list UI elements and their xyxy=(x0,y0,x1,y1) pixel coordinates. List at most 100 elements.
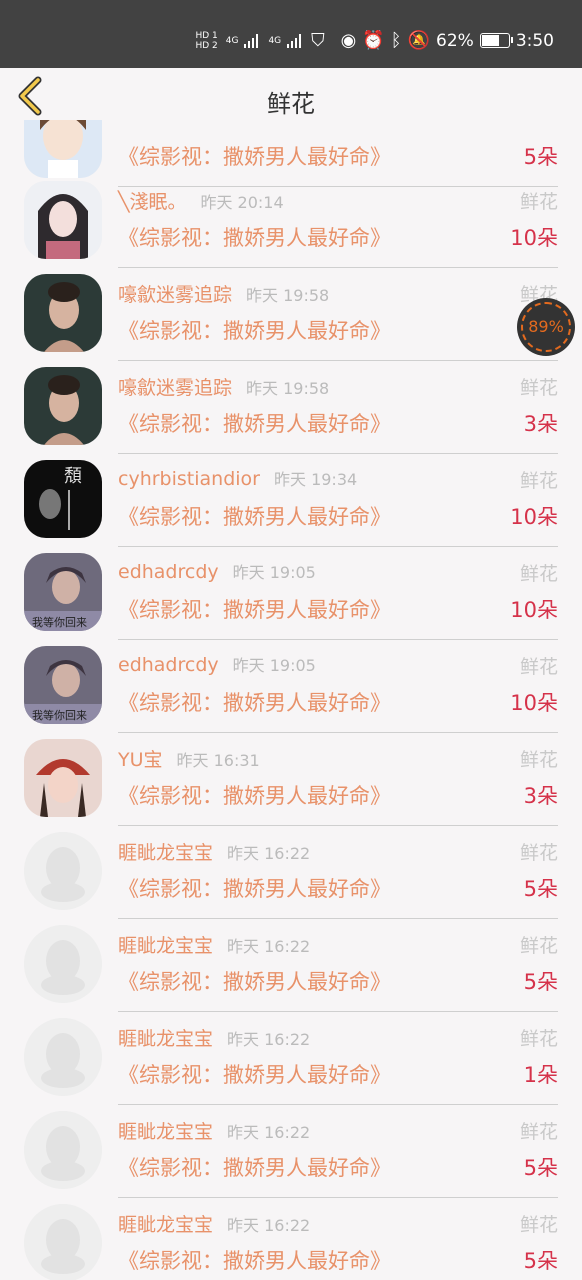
work-title[interactable]: 《综影视：撒娇男人最好命》 xyxy=(118,319,391,343)
gift-time: 昨天 16:22 xyxy=(227,844,311,863)
list-item[interactable]: 睚眦龙宝宝 昨天 16:22 鲜花 《综影视：撒娇男人最好命》 5朵 xyxy=(0,826,582,919)
gift-type: 鲜花 xyxy=(519,191,558,213)
page-title: 鲜花 xyxy=(267,90,315,118)
user-name[interactable]: 睚眦龙宝宝 xyxy=(118,1214,213,1236)
work-title[interactable]: 《综影视：撒娇男人最好命》 xyxy=(118,226,391,250)
network-indicator: HD 1 HD 2 xyxy=(195,30,218,51)
work-title[interactable]: 《综影视：撒娇男人最好命》 xyxy=(118,145,391,169)
user-name[interactable]: 睚眦龙宝宝 xyxy=(118,1028,213,1050)
gift-type: 鲜花 xyxy=(519,842,558,864)
alarm-icon: ⏰ xyxy=(362,30,385,51)
gift-type: 鲜花 xyxy=(519,377,558,399)
user-name[interactable]: 嚎歙迷雾追踪 xyxy=(118,377,232,399)
gift-time: 昨天 16:22 xyxy=(227,1216,311,1235)
flower-count: 10朵 xyxy=(510,226,558,250)
gift-time: 昨天 19:05 xyxy=(232,563,316,582)
avatar[interactable] xyxy=(24,1204,102,1280)
user-name[interactable]: 睚眦龙宝宝 xyxy=(118,1121,213,1143)
user-name[interactable]: 睚眦龙宝宝 xyxy=(118,935,213,957)
work-title[interactable]: 《综影视：撒娇男人最好命》 xyxy=(118,691,391,715)
signal-label-1: 4G xyxy=(225,35,239,46)
gift-type: 鲜花 xyxy=(519,1028,558,1050)
list-item[interactable]: 睚眦龙宝宝 昨天 16:22 鲜花 《综影视：撒娇男人最好命》 5朵 xyxy=(0,919,582,1012)
gift-type: 鲜花 xyxy=(519,935,558,957)
avatar[interactable] xyxy=(24,181,102,259)
avatar[interactable] xyxy=(24,739,102,817)
flower-count: 3朵 xyxy=(523,784,558,808)
gift-time: 昨天 20:14 xyxy=(200,193,284,212)
svg-text:我等你回来: 我等你回来 xyxy=(32,615,87,629)
avatar[interactable]: 頽 xyxy=(24,460,102,538)
list-item[interactable]: 睚眦龙宝宝 昨天 16:22 鲜花 《综影视：撒娇男人最好命》 1朵 xyxy=(0,1012,582,1105)
gift-time: 昨天 16:22 xyxy=(227,1030,311,1049)
user-name[interactable]: ╲淺眠。 xyxy=(118,191,186,213)
avatar[interactable] xyxy=(24,120,102,178)
list-item[interactable]: 睚眦龙宝宝 昨天 16:22 鲜花 《综影视：撒娇男人最好命》 5朵 xyxy=(0,1198,582,1280)
gift-type: 鲜花 xyxy=(519,470,558,492)
flower-count: 5朵 xyxy=(523,1156,558,1180)
vpn-shield-icon: ⛉ xyxy=(311,30,325,51)
avatar[interactable] xyxy=(24,925,102,1003)
work-title[interactable]: 《综影视：撒娇男人最好命》 xyxy=(118,1063,391,1087)
work-title[interactable]: 《综影视：撒娇男人最好命》 xyxy=(118,1249,391,1273)
battery-icon xyxy=(479,33,513,48)
user-name[interactable]: 嚎歙迷雾追踪 xyxy=(118,284,232,306)
user-name[interactable]: cyhrbistiandior xyxy=(118,468,260,490)
list-item[interactable]: 睚眦龙宝宝 昨天 16:22 鲜花 《综影视：撒娇男人最好命》 5朵 xyxy=(0,1105,582,1198)
work-title[interactable]: 《综影视：撒娇男人最好命》 xyxy=(118,877,391,901)
avatar[interactable] xyxy=(24,367,102,445)
gift-time: 昨天 19:34 xyxy=(273,470,358,489)
flower-count: 5朵 xyxy=(523,877,558,901)
avatar[interactable]: 我等你回来 xyxy=(24,553,102,631)
gift-time: 昨天 19:05 xyxy=(232,656,316,675)
flower-count: 3朵 xyxy=(523,412,558,436)
work-title[interactable]: 《综影视：撒娇男人最好命》 xyxy=(118,784,391,808)
work-title[interactable]: 《综影视：撒娇男人最好命》 xyxy=(118,598,391,622)
user-name[interactable]: edhadrcdy xyxy=(118,654,219,676)
flower-count: 10朵 xyxy=(510,691,558,715)
battery-percent: 62% xyxy=(436,30,474,51)
flower-count: 10朵 xyxy=(510,598,558,622)
gift-type: 鲜花 xyxy=(519,563,558,585)
list-item[interactable]: ╲淺眠。 昨天 20:14 鲜花 《综影视：撒娇男人最好命》 10朵 xyxy=(0,175,582,268)
avatar[interactable] xyxy=(24,832,102,910)
user-name[interactable]: 睚眦龙宝宝 xyxy=(118,842,213,864)
avatar[interactable] xyxy=(24,274,102,352)
top-bar: 鲜花 xyxy=(0,68,582,120)
gift-time: 昨天 16:31 xyxy=(176,751,260,770)
gift-type: 鲜花 xyxy=(519,1121,558,1143)
gift-type: 鲜花 xyxy=(519,656,558,678)
user-name[interactable]: edhadrcdy xyxy=(118,561,219,583)
flower-count: 5朵 xyxy=(523,970,558,994)
flower-count: 10朵 xyxy=(510,505,558,529)
floating-performance-badge[interactable]: 89% xyxy=(517,298,575,356)
gift-type: 鲜花 xyxy=(519,1214,558,1236)
badge-value: 89% xyxy=(528,317,564,336)
work-title[interactable]: 《综影视：撒娇男人最好命》 xyxy=(118,505,391,529)
list-item[interactable]: 我等你回来 edhadrcdy 昨天 19:05 鲜花 《综影视：撒娇男人最好命》… xyxy=(0,640,582,733)
list-item[interactable]: YU宝 昨天 16:31 鲜花 《综影视：撒娇男人最好命》 3朵 xyxy=(0,733,582,826)
user-name[interactable]: YU宝 xyxy=(118,749,163,771)
list-item[interactable]: 頽 cyhrbistiandior 昨天 19:34 鲜花 《综影视：撒娇男人最好… xyxy=(0,454,582,547)
signal-icon-1 xyxy=(244,33,262,48)
list-item[interactable]: 嚎歙迷雾追踪 昨天 19:58 鲜花 《综影视：撒娇男人最好命》 3朵 xyxy=(0,361,582,454)
gift-time: 昨天 19:58 xyxy=(246,286,330,305)
gift-time: 昨天 16:22 xyxy=(227,937,311,956)
work-title[interactable]: 《综影视：撒娇男人最好命》 xyxy=(118,1156,391,1180)
flower-count: 5朵 xyxy=(523,1249,558,1273)
work-title[interactable]: 《综影视：撒娇男人最好命》 xyxy=(118,970,391,994)
status-bar: HD 1 HD 2 4G 4G ⛉ ◉ ⏰ ᛒ 🔕 62% 3:50 xyxy=(0,0,582,68)
gift-type: 鲜花 xyxy=(519,749,558,771)
avatar[interactable]: 我等你回来 xyxy=(24,646,102,724)
flower-gift-list[interactable]: 《综影视：撒娇男人最好命》 5朵 ╲淺眠。 昨天 20:14 鲜花 《综影视：撒娇… xyxy=(0,120,582,1280)
signal-label-2: 4G xyxy=(268,35,282,46)
bluetooth-icon: ᛒ xyxy=(390,30,402,51)
work-title[interactable]: 《综影视：撒娇男人最好命》 xyxy=(118,412,391,436)
gift-time: 昨天 19:58 xyxy=(246,379,330,398)
list-item[interactable]: 我等你回来 edhadrcdy 昨天 19:05 鲜花 《综影视：撒娇男人最好命》… xyxy=(0,547,582,640)
avatar[interactable] xyxy=(24,1018,102,1096)
flower-count: 5朵 xyxy=(523,145,558,169)
avatar[interactable] xyxy=(24,1111,102,1189)
list-item[interactable]: 嚎歙迷雾追踪 昨天 19:58 鲜花 《综影视：撒娇男人最好命》 xyxy=(0,268,582,361)
svg-text:頽: 頽 xyxy=(64,466,82,487)
